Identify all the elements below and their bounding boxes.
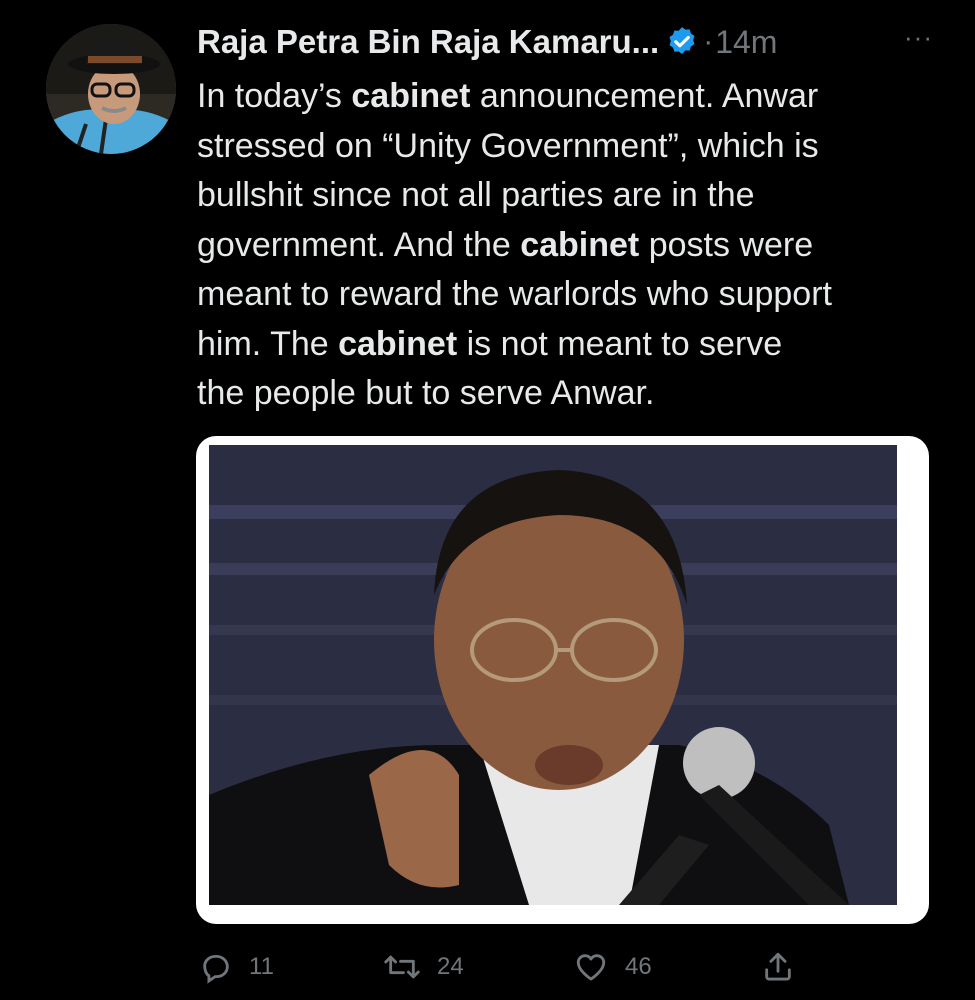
tweet-line: him. The cabinet is not meant to serve xyxy=(197,320,957,370)
text-span: In today’s xyxy=(197,77,352,115)
tweet-line: stressed on “Unity Government”, which is xyxy=(197,126,819,165)
verified-badge-icon xyxy=(665,25,699,59)
share-button[interactable] xyxy=(761,945,795,989)
text-span: him. The xyxy=(197,324,339,363)
like-button[interactable]: 46 xyxy=(573,945,652,989)
highlighted-keyword: cabinet xyxy=(351,77,471,115)
share-icon xyxy=(761,950,795,984)
tweet-line: meant to reward the warlords who support xyxy=(197,275,832,313)
separator-dot: · xyxy=(703,25,714,58)
tweet-actions: 11 24 46 xyxy=(197,945,937,989)
more-options-icon[interactable]: ··· xyxy=(904,22,933,53)
text-span: government. And the xyxy=(197,225,521,264)
photo-image xyxy=(209,445,897,905)
avatar-image xyxy=(46,24,176,154)
tweet-photo[interactable] xyxy=(209,445,897,905)
tweet-header: Raja Petra Bin Raja Kamaru... · 14m ··· xyxy=(197,20,937,64)
highlighted-keyword: cabinet xyxy=(520,225,640,264)
reply-icon xyxy=(199,950,233,984)
tweet-line: the people but to serve Anwar. xyxy=(197,374,655,412)
tweet-text: In today’s cabinet announcement. Anwar s… xyxy=(197,72,957,419)
retweet-button[interactable]: 24 xyxy=(383,945,464,989)
retweet-count: 24 xyxy=(437,953,464,980)
highlighted-keyword: cabinet xyxy=(338,324,458,363)
reply-count: 11 xyxy=(249,953,274,980)
tweet-line: bullshit since not all parties are in th… xyxy=(197,176,755,214)
tweet-line: government. And the cabinet posts were xyxy=(197,221,957,271)
heart-icon xyxy=(573,950,609,984)
text-span: is not meant to serve xyxy=(457,324,783,363)
retweet-icon xyxy=(383,950,421,984)
author-avatar[interactable] xyxy=(46,24,176,154)
tweet-timestamp[interactable]: 14m xyxy=(715,24,777,61)
tweet-line: In today’s cabinet announcement. Anwar xyxy=(197,72,957,122)
text-span: announcement. Anwar xyxy=(470,77,819,115)
media-card[interactable] xyxy=(196,436,929,924)
reply-button[interactable]: 11 xyxy=(199,945,274,989)
author-name[interactable]: Raja Petra Bin Raja Kamaru... xyxy=(197,23,659,61)
text-span: posts were xyxy=(639,225,814,264)
like-count: 46 xyxy=(625,953,652,980)
